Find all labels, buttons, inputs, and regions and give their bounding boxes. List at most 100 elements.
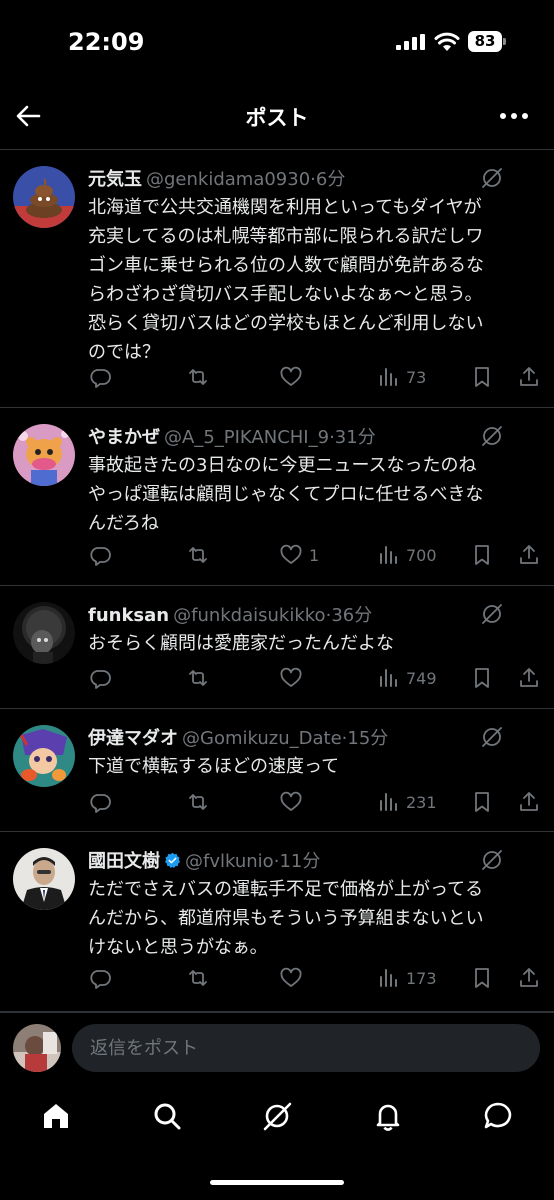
user-avatar[interactable]	[13, 166, 75, 228]
share-icon	[520, 668, 538, 687]
post-header: やまかぜ @A_5_PIKANCHI_9·31分	[88, 423, 376, 449]
my-avatar[interactable]	[13, 1024, 61, 1072]
grok-explain-button[interactable]	[480, 602, 504, 626]
post-time[interactable]: 11分	[279, 851, 320, 872]
user-avatar[interactable]	[13, 725, 75, 787]
grok-icon[interactable]	[480, 725, 504, 749]
reply-input[interactable]	[72, 1024, 540, 1072]
retweet-icon	[189, 794, 207, 810]
post-text-line: 充実してるのは札幌等都市部に限られる訳だしワ	[88, 226, 484, 247]
grok-icon[interactable]	[261, 1100, 293, 1132]
retweet-icon	[189, 970, 207, 986]
post-header: 元気玉 @genkidama0930·6分	[88, 165, 345, 191]
grok-explain-button[interactable]	[480, 725, 504, 749]
heart-icon	[280, 667, 302, 687]
view-count: 700	[406, 545, 437, 565]
reply-button[interactable]	[88, 541, 112, 569]
reply-post[interactable]: やまかぜ @A_5_PIKANCHI_9·31分 事故起きたの3日なのに今更ニュース…	[0, 408, 554, 586]
user-handle[interactable]: @A_5_PIKANCHI_9	[164, 427, 329, 448]
post-time[interactable]: 15分	[347, 728, 388, 749]
user-avatar[interactable]	[13, 848, 75, 910]
grok-icon[interactable]	[480, 166, 504, 190]
views-button[interactable]: 73	[376, 363, 426, 391]
grok-icon[interactable]	[480, 848, 504, 872]
bookmark-icon	[475, 367, 489, 387]
views-icon	[380, 969, 397, 987]
display-name[interactable]: やまかぜ	[88, 427, 160, 448]
bookmark-button[interactable]	[470, 363, 494, 391]
views-button[interactable]: 700	[376, 541, 437, 569]
like-button[interactable]	[279, 788, 309, 816]
reply-post[interactable]: 伊達マダオ @Gomikuzu_Date·15分 下道で横転するほどの速度って 231	[0, 709, 554, 832]
view-count: 73	[406, 367, 427, 387]
grok-explain-button[interactable]	[480, 424, 504, 448]
post-text-line: 恐らく貸切バスはどの学校もほとんど利用しない	[88, 313, 484, 334]
retweet-button[interactable]	[186, 964, 210, 992]
retweet-button[interactable]	[186, 664, 210, 692]
share-icon	[520, 968, 538, 987]
post-text: ただでさえバスの運転手不足で価格が上がってる んだから、都道府県もそういう予算組ま…	[88, 875, 536, 962]
bookmark-button[interactable]	[470, 541, 494, 569]
search-icon[interactable]	[151, 1100, 183, 1132]
share-button[interactable]	[517, 664, 541, 692]
retweet-button[interactable]	[186, 363, 210, 391]
share-button[interactable]	[517, 363, 541, 391]
post-time[interactable]: 31分	[335, 427, 376, 448]
share-button[interactable]	[517, 964, 541, 992]
like-button[interactable]	[279, 664, 309, 692]
user-handle[interactable]: @genkidama0930	[146, 169, 310, 190]
notifications-icon[interactable]	[372, 1100, 404, 1132]
display-name[interactable]: 元気玉	[88, 169, 142, 190]
status-bar: 22:09 83	[0, 0, 554, 84]
views-button[interactable]: 173	[376, 964, 437, 992]
user-handle[interactable]: @funkdaisukikko	[173, 605, 325, 626]
user-avatar[interactable]	[13, 424, 75, 486]
user-handle[interactable]: @fvlkunio	[185, 851, 274, 872]
reply-icon	[90, 670, 111, 689]
share-icon	[520, 792, 538, 811]
view-count: 231	[406, 792, 437, 812]
bookmark-icon	[475, 668, 489, 688]
like-button[interactable]: 1	[279, 541, 319, 569]
display-name[interactable]: funksan	[88, 605, 169, 626]
grok-explain-button[interactable]	[480, 848, 504, 872]
post-time[interactable]: 36分	[331, 605, 372, 626]
bookmark-button[interactable]	[470, 664, 494, 692]
more-horizontal-icon[interactable]	[496, 100, 532, 132]
post-time[interactable]: 6分	[316, 169, 345, 190]
reply-post[interactable]: 元気玉 @genkidama0930·6分 北海道で公共交通機関を利用といってもダイ…	[0, 150, 554, 408]
reply-post[interactable]: 國田文樹 @fvlkunio·11分 ただでさえバスの運転手不足で価格が上がってるん…	[0, 832, 554, 1012]
messages-icon[interactable]	[482, 1100, 514, 1132]
views-button[interactable]: 231	[376, 788, 437, 816]
bookmark-button[interactable]	[470, 788, 494, 816]
share-button[interactable]	[517, 788, 541, 816]
home-icon[interactable]	[40, 1100, 72, 1132]
views-button[interactable]: 749	[376, 664, 437, 692]
user-handle[interactable]: @Gomikuzu_Date	[182, 728, 342, 749]
display-name[interactable]: 伊達マダオ	[88, 728, 178, 749]
reply-button[interactable]	[88, 664, 112, 692]
reply-button[interactable]	[88, 788, 112, 816]
home-indicator	[210, 1180, 344, 1185]
reply-button[interactable]	[88, 363, 112, 391]
grok-icon[interactable]	[480, 424, 504, 448]
share-button[interactable]	[517, 541, 541, 569]
user-avatar[interactable]	[13, 602, 75, 664]
post-actions: 749	[0, 664, 554, 692]
reply-post[interactable]: funksan @funkdaisukikko·36分 おそらく顧問は愛鹿家だったん…	[0, 586, 554, 709]
retweet-button[interactable]	[186, 788, 210, 816]
grok-icon[interactable]	[480, 602, 504, 626]
heart-icon	[280, 366, 302, 386]
status-time: 22:09	[68, 28, 145, 56]
reply-button[interactable]	[88, 964, 112, 992]
retweet-button[interactable]	[186, 541, 210, 569]
grok-explain-button[interactable]	[480, 166, 504, 190]
display-name[interactable]: 國田文樹	[88, 851, 160, 872]
bookmark-button[interactable]	[470, 964, 494, 992]
view-count: 749	[406, 668, 437, 688]
post-text-line: やっぱ運転は顧問じゃなくてプロに任せるべきな	[88, 484, 484, 505]
like-button[interactable]	[279, 964, 309, 992]
like-button[interactable]	[279, 363, 309, 391]
views-icon	[380, 546, 397, 564]
post-text-line: んだから、都道府県もそういう予算組まないとい	[88, 908, 484, 929]
